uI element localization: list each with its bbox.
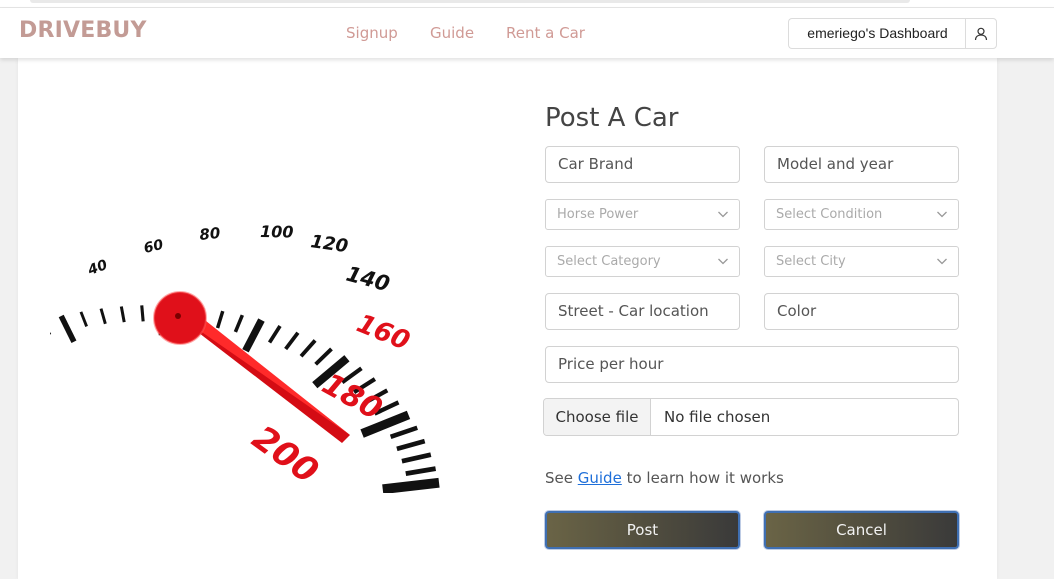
gauge-tick [79, 311, 88, 327]
condition-select[interactable]: Select Condition [764, 199, 959, 230]
gauge-label: 160 [352, 309, 414, 357]
chevron-down-icon [937, 211, 947, 218]
gauge-tick [389, 425, 418, 439]
street-location-input[interactable]: Street - Car location [545, 293, 740, 330]
post-button[interactable]: Post [545, 511, 740, 549]
horse-power-select[interactable]: Horse Power [545, 199, 740, 230]
model-year-input[interactable]: Model and year [764, 146, 959, 183]
user-button[interactable] [965, 18, 997, 49]
gauge-label: 100 [260, 222, 294, 242]
gauge-tick [284, 331, 300, 351]
gauge-tick [140, 305, 145, 322]
file-status: No file chosen [664, 408, 771, 426]
gauge-tick [233, 314, 244, 333]
color-input[interactable]: Color [764, 293, 959, 330]
guide-suffix: to learn how it works [621, 469, 784, 487]
form-title: Post A Car [545, 103, 679, 133]
needle [153, 291, 350, 443]
gauge-tick [405, 466, 437, 477]
guide-prefix: See [545, 469, 578, 487]
gauge-label: 40 [85, 257, 110, 279]
category-select-label: Select Category [557, 254, 661, 269]
city-select[interactable]: Select City [764, 246, 959, 277]
gauge-tick [119, 306, 126, 323]
chevron-down-icon [937, 258, 947, 265]
gauge-tick [99, 308, 107, 325]
gauge-label: 140 [344, 262, 393, 297]
condition-select-label: Select Condition [776, 207, 883, 222]
guide-link[interactable]: Guide [578, 469, 622, 487]
category-select[interactable]: Select Category [545, 246, 740, 277]
file-upload[interactable]: Choose file No file chosen [543, 398, 959, 436]
gauge-tick [396, 438, 426, 452]
guide-hint: See Guide to learn how it works [545, 469, 784, 487]
gauge-tick [242, 318, 265, 353]
city-select-label: Select City [776, 254, 846, 269]
chevron-down-icon [718, 211, 728, 218]
gauge-tick [58, 314, 77, 343]
gauge-label: 120 [309, 231, 349, 257]
gauge-tick [314, 347, 333, 366]
choose-file-button[interactable]: Choose file [544, 399, 651, 435]
gauge-label: 200 [245, 418, 326, 492]
cancel-button[interactable]: Cancel [764, 511, 959, 549]
user-icon [974, 27, 988, 40]
gauge-tick [401, 452, 432, 464]
gauge-tick [382, 477, 440, 493]
dashboard-button[interactable]: emeriego's Dashboard [788, 18, 966, 49]
speedometer-graphic: 406080 100 120140160180200 [50, 222, 440, 493]
car-brand-input[interactable]: Car Brand [545, 146, 740, 183]
horse-power-select-label: Horse Power [557, 207, 639, 222]
speedometer-image: 40 60 80 100 120 140 160 180 200 [50, 185, 460, 493]
price-per-hour-input[interactable]: Price per hour [545, 346, 959, 383]
gauge-tick [267, 324, 282, 344]
gauge-label: 60 [142, 237, 165, 257]
gauge-label: 80 [199, 224, 222, 244]
gauge-tick [299, 339, 317, 358]
nav-link-guide[interactable]: Guide [430, 24, 474, 42]
brand-logo[interactable]: DRIVEBUY [19, 18, 147, 43]
scroll-indicator [30, 0, 910, 3]
gauge-tick [215, 310, 225, 329]
nav-link-rent-a-car[interactable]: Rent a Car [506, 24, 585, 42]
navbar: DRIVEBUY Signup Guide Rent a Car emerieg… [0, 8, 1054, 58]
top-strip [0, 0, 1054, 8]
nav-link-signup[interactable]: Signup [346, 24, 398, 42]
chevron-down-icon [718, 258, 728, 265]
